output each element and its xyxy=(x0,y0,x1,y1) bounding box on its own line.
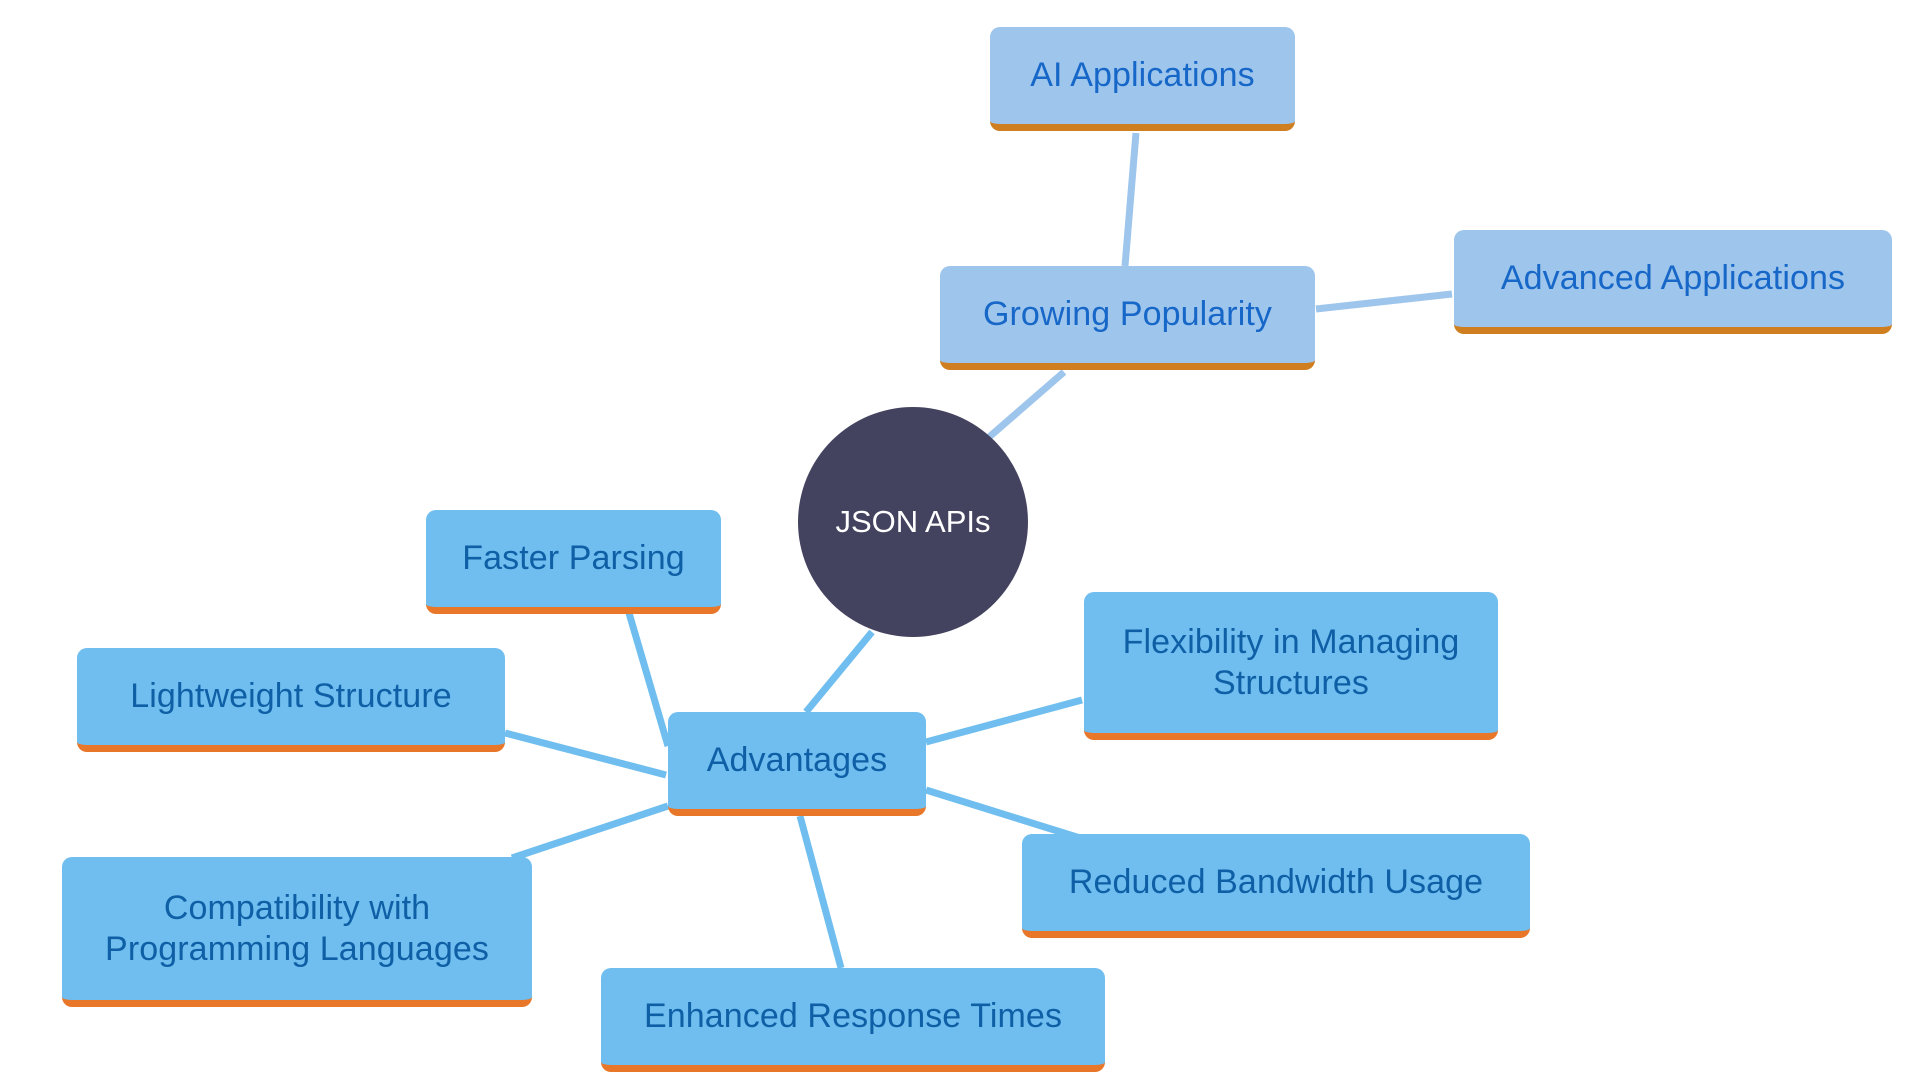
node-label-reduced-bandwidth-usage: Reduced Bandwidth Usage xyxy=(1068,863,1484,902)
connector-growing-popularity-to-ai-applications xyxy=(1121,132,1140,267)
node-faster-parsing[interactable]: Faster Parsing xyxy=(426,510,721,614)
node-reduced-bandwidth-usage[interactable]: Reduced Bandwidth Usage xyxy=(1022,834,1530,938)
node-label-ai-applications: AI Applications xyxy=(1030,56,1255,95)
node-advanced-applications[interactable]: Advanced Applications xyxy=(1454,230,1892,334)
connector-root-to-growing-popularity xyxy=(985,369,1067,441)
node-label-growing-popularity: Growing Popularity xyxy=(982,295,1273,334)
node-label-advantages: Advantages xyxy=(706,741,888,780)
mindmap-canvas: JSON APIs Growing Popularity AI Applicati… xyxy=(0,0,1920,1080)
connector-advantages-to-compatibility-with-programming-languages xyxy=(510,802,670,862)
node-label-lightweight-structure: Lightweight Structure xyxy=(130,677,452,716)
connector-advantages-to-enhanced-response-times xyxy=(796,815,845,969)
connector-advantages-to-flexibility-in-managing-structures xyxy=(925,696,1083,746)
node-lightweight-structure[interactable]: Lightweight Structure xyxy=(77,648,505,752)
node-advantages[interactable]: Advantages xyxy=(668,712,926,816)
node-label-flexibility-in-managing-structures: Flexibility in Managing Structures xyxy=(1122,623,1460,702)
node-label-enhanced-response-times: Enhanced Response Times xyxy=(643,997,1063,1036)
node-enhanced-response-times[interactable]: Enhanced Response Times xyxy=(601,968,1105,1072)
connector-advantages-to-faster-parsing xyxy=(625,612,672,747)
node-compatibility-with-programming-languages[interactable]: Compatibility with Programming Languages xyxy=(62,857,532,1007)
node-label-advanced-applications: Advanced Applications xyxy=(1500,259,1846,298)
node-label-compatibility-with-programming-languages: Compatibility with Programming Languages xyxy=(105,889,489,968)
root-node-json-apis[interactable]: JSON APIs xyxy=(798,407,1028,637)
connector-advantages-to-reduced-bandwidth-usage xyxy=(924,786,1082,842)
node-ai-applications[interactable]: AI Applications xyxy=(990,27,1295,131)
root-node-label: JSON APIs xyxy=(835,504,991,539)
connector-advantages-to-lightweight-structure xyxy=(504,729,667,779)
connector-root-to-advantages xyxy=(803,629,875,715)
node-growing-popularity[interactable]: Growing Popularity xyxy=(940,266,1315,370)
node-label-faster-parsing: Faster Parsing xyxy=(462,539,685,578)
node-flexibility-in-managing-structures[interactable]: Flexibility in Managing Structures xyxy=(1084,592,1498,740)
connector-growing-popularity-to-advanced-applications xyxy=(1315,290,1453,313)
